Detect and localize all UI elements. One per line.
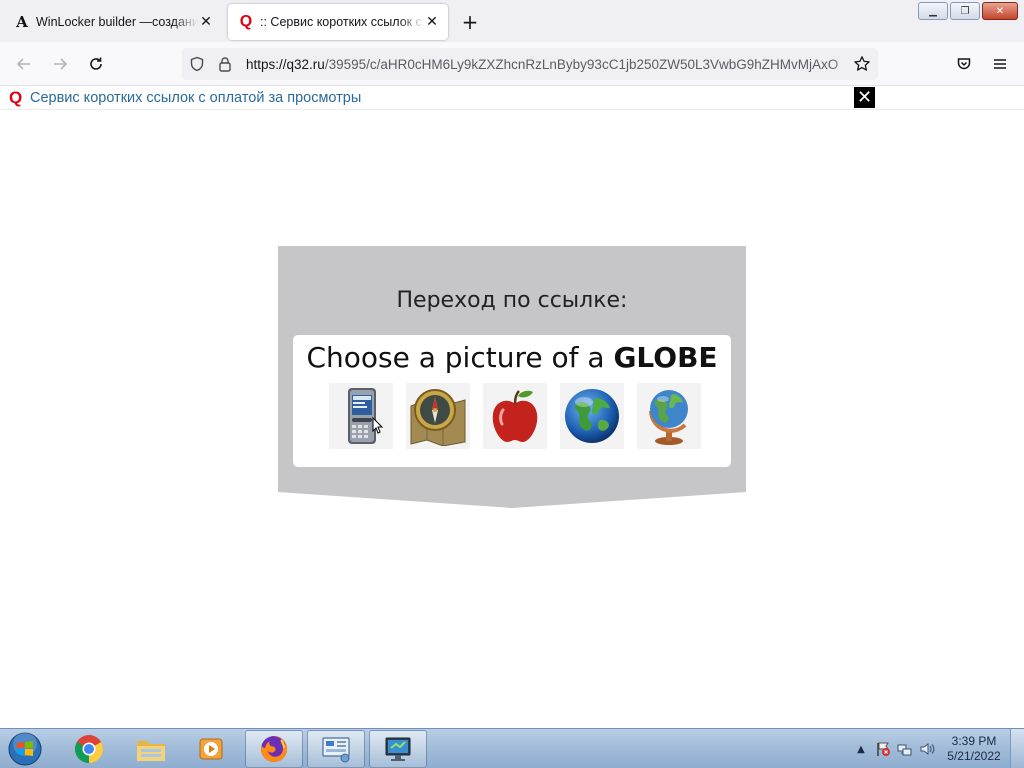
captcha-choice-earth-globe[interactable] (560, 383, 624, 449)
control-panel-icon (322, 737, 350, 763)
url-path: /39595/c/aHR0cHM6Ly9kZXZhcnRzLnByby93cC1… (324, 56, 839, 72)
action-center-flag-icon[interactable] (872, 738, 894, 760)
chrome-icon (75, 735, 103, 763)
captcha-choice-desk-globe[interactable] (637, 383, 701, 449)
tab-q32[interactable]: Q :: Сервис коротких ссылок с оп ✕ (228, 4, 448, 40)
folder-icon (137, 741, 165, 761)
windows-orb-icon (8, 732, 42, 766)
service-link[interactable]: Сервис коротких ссылок с оплатой за прос… (30, 90, 361, 106)
taskbar-media-player[interactable] (182, 730, 240, 768)
pocket-button[interactable] (952, 52, 976, 76)
pda-phone-icon (348, 388, 384, 444)
arrow-left-icon (16, 58, 30, 70)
panel-heading: Переход по ссылке: (396, 288, 628, 313)
window-close-button[interactable]: ✕ (982, 2, 1018, 20)
q32-logo-icon: Q (9, 87, 23, 107)
q32-logo-icon: Q (239, 13, 253, 30)
taskbar-chrome[interactable] (60, 730, 118, 768)
pocket-icon (957, 58, 971, 70)
notice-close-button[interactable]: ✕ (854, 87, 875, 108)
taskbar-control-panel[interactable] (307, 730, 365, 768)
taskbar-file-explorer[interactable] (122, 730, 180, 768)
monitor-icon (385, 737, 411, 761)
arrow-right-icon (54, 58, 68, 70)
hamburger-icon (994, 59, 1006, 69)
address-bar[interactable]: https://q32.ru/39595/c/aHR0cHM6Ly9kZXZhc… (182, 48, 878, 80)
reload-icon (90, 57, 102, 70)
captcha-box: Choose a picture of a GLOBE (293, 335, 731, 467)
font-a-icon: A (16, 13, 28, 31)
taskbar-firefox[interactable] (245, 730, 303, 768)
service-notice-bar: Q Сервис коротких ссылок с оплатой за пр… (0, 86, 1024, 110)
url-text[interactable]: https://q32.ru/39595/c/aHR0cHM6Ly9kZXZhc… (246, 57, 856, 72)
close-icon[interactable]: ✕ (198, 14, 214, 30)
apple-icon (492, 390, 538, 442)
navigation-toolbar: https://q32.ru/39595/c/aHR0cHM6Ly9kZXZhc… (0, 42, 1024, 86)
close-icon[interactable]: ✕ (424, 14, 440, 30)
captcha-target-word: GLOBE (613, 341, 718, 374)
start-button[interactable] (4, 730, 46, 768)
show-desktop-button[interactable] (1010, 729, 1024, 768)
reload-button[interactable] (84, 52, 108, 76)
captcha-choice-compass-map[interactable] (406, 383, 470, 449)
forward-button[interactable] (48, 52, 72, 76)
volume-icon[interactable] (916, 738, 938, 760)
minimize-button[interactable]: ▁ (918, 2, 948, 20)
media-player-icon (199, 738, 223, 760)
desk-globe-icon (649, 390, 688, 445)
back-button[interactable] (12, 52, 36, 76)
windows-taskbar: ▲ 3:39 PM 5/21/2022 (0, 728, 1024, 768)
network-icon[interactable] (894, 738, 916, 760)
tracking-shield-icon[interactable] (188, 56, 206, 72)
taskbar-remote-desktop[interactable] (369, 730, 427, 768)
redirect-panel: Переход по ссылке: Choose a picture of a… (278, 246, 746, 510)
captcha-choice-apple[interactable] (483, 383, 547, 449)
tab-strip: A WinLocker builder —создание ✕ Q :: Сер… (0, 0, 1024, 42)
captcha-choices (329, 383, 701, 449)
taskbar-clock[interactable]: 3:39 PM 5/21/2022 (938, 734, 1010, 764)
captcha-prompt: Choose a picture of a GLOBE (293, 341, 731, 374)
show-hidden-icons-button[interactable]: ▲ (850, 738, 872, 760)
window-controls: ▁ ❐ ✕ (918, 2, 1018, 20)
url-host: https://q32.ru (246, 56, 325, 72)
firefox-icon (261, 736, 288, 762)
maximize-button[interactable]: ❐ (950, 2, 980, 20)
clock-time: 3:39 PM (951, 734, 997, 748)
tab-title: WinLocker builder —создание (36, 15, 198, 29)
captcha-choice-pda-phone[interactable] (329, 383, 393, 449)
bookmark-star-icon[interactable] (852, 54, 872, 74)
clock-date: 5/21/2022 (947, 749, 1001, 763)
tab-winlocker[interactable]: A WinLocker builder —создание ✕ (4, 4, 222, 40)
captcha-prompt-prefix: Choose a picture of a (306, 341, 614, 374)
new-tab-button[interactable]: + (458, 10, 482, 34)
earth-globe-icon (565, 389, 619, 443)
system-tray: ▲ 3:39 PM 5/21/2022 (850, 729, 1024, 768)
tab-title: :: Сервис коротких ссылок с оп (260, 15, 424, 29)
compass-map-icon (410, 389, 466, 446)
menu-button[interactable] (988, 52, 1012, 76)
lock-icon[interactable] (216, 56, 234, 72)
